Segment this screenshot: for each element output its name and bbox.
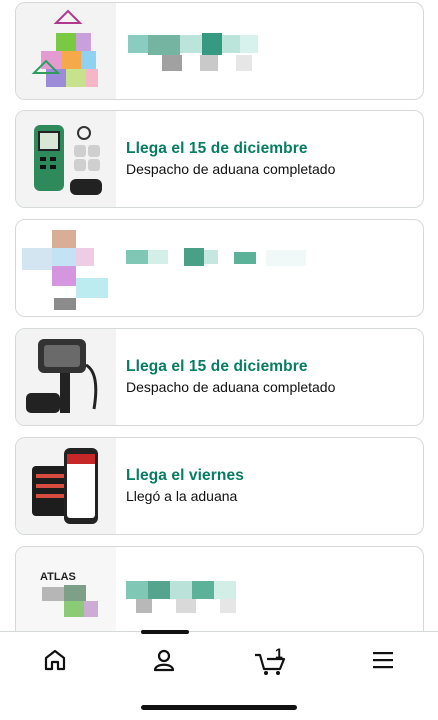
home-icon bbox=[42, 647, 68, 678]
account-icon bbox=[151, 647, 177, 678]
home-indicator bbox=[141, 705, 297, 710]
delivery-status: Llega el 15 de diciembre bbox=[126, 140, 308, 157]
delivery-status: Llega el 15 de diciembre bbox=[126, 358, 308, 375]
product-image bbox=[16, 220, 116, 316]
product-image: ATLAS bbox=[16, 547, 116, 632]
tracking-status: Llegó a la aduana bbox=[126, 488, 238, 504]
order-card[interactable]: ATLAS bbox=[15, 546, 424, 632]
tab-cart[interactable]: 1 bbox=[241, 642, 301, 682]
active-tab-indicator bbox=[141, 630, 189, 634]
tracking-status: Despacho de aduana completado bbox=[126, 161, 336, 177]
product-image bbox=[16, 438, 116, 534]
tab-menu[interactable] bbox=[353, 642, 413, 682]
atlas-label: ATLAS bbox=[40, 571, 76, 583]
order-card[interactable]: Llega el 15 de diciembre Despacho de adu… bbox=[15, 328, 424, 426]
tab-home[interactable] bbox=[25, 642, 85, 682]
delivery-status: Llega el viernes bbox=[126, 467, 244, 484]
product-image bbox=[16, 3, 116, 99]
order-card[interactable] bbox=[15, 2, 424, 100]
orders-list: Llega el 15 de diciembre Despacho de adu… bbox=[0, 0, 438, 632]
order-card[interactable]: Llega el viernes Llegó a la aduana bbox=[15, 437, 424, 535]
product-image bbox=[16, 111, 116, 207]
order-card[interactable]: Llega el 15 de diciembre Despacho de adu… bbox=[15, 110, 424, 208]
tab-account[interactable] bbox=[134, 642, 194, 682]
order-card[interactable] bbox=[15, 219, 424, 317]
product-image bbox=[16, 329, 116, 425]
tracking-status: Despacho de aduana completado bbox=[126, 379, 336, 395]
cart-count: 1 bbox=[275, 645, 283, 661]
cart-icon: 1 bbox=[253, 645, 289, 677]
menu-icon bbox=[370, 647, 396, 678]
